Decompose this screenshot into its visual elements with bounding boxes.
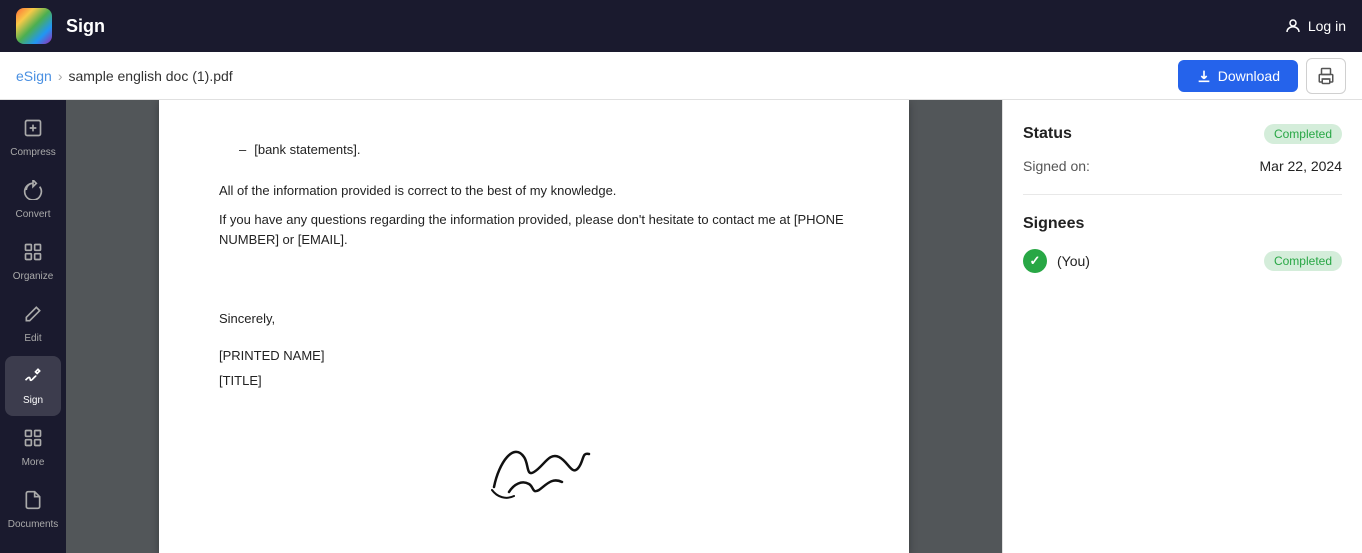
more-icon xyxy=(23,428,43,453)
compress-icon xyxy=(23,118,43,143)
convert-icon xyxy=(23,180,43,205)
sidebar-item-edit[interactable]: Edit xyxy=(5,294,61,354)
signee-name: (You) xyxy=(1057,253,1254,269)
sidebar-item-sign-label: Sign xyxy=(23,395,43,406)
status-badge: Completed xyxy=(1264,124,1342,144)
signee-row: ✓ (You) Completed xyxy=(1023,249,1342,273)
app-title: Sign xyxy=(66,16,1284,37)
signees-title: Signees xyxy=(1023,215,1342,233)
sidebar-item-convert[interactable]: Convert xyxy=(5,170,61,230)
breadcrumb-current: sample english doc (1).pdf xyxy=(68,68,232,84)
pdf-printed-name: [PRINTED NAME] xyxy=(219,346,849,367)
app-logo xyxy=(16,8,52,44)
download-button[interactable]: Download xyxy=(1178,60,1298,92)
login-label: Log in xyxy=(1308,18,1346,34)
pdf-page: – [bank statements]. All of the informat… xyxy=(159,100,909,553)
right-panel: Status Completed Signed on: Mar 22, 2024… xyxy=(1002,100,1362,553)
breadcrumb-parent[interactable]: eSign xyxy=(16,68,52,84)
breadcrumb-separator: › xyxy=(58,68,63,84)
sidebar-item-organize[interactable]: Organize xyxy=(5,232,61,292)
sign-icon xyxy=(23,366,43,391)
signature-image xyxy=(464,422,604,512)
sidebar-item-compress[interactable]: Compress xyxy=(5,108,61,168)
sidebar-item-compress-label: Compress xyxy=(10,147,56,158)
breadcrumb-actions: Download xyxy=(1178,58,1346,94)
check-mark: ✓ xyxy=(1030,253,1041,269)
sidebar-item-documents[interactable]: Documents xyxy=(5,480,61,540)
sidebar-item-edit-label: Edit xyxy=(24,333,41,344)
login-button[interactable]: Log in xyxy=(1284,17,1346,35)
print-button[interactable] xyxy=(1306,58,1346,94)
print-icon xyxy=(1317,67,1335,85)
breadcrumb-bar: eSign › sample english doc (1).pdf Downl… xyxy=(0,52,1362,100)
signed-on-value: Mar 22, 2024 xyxy=(1260,158,1343,174)
sidebar-item-more[interactable]: More xyxy=(5,418,61,478)
pdf-sincerely: Sincerely, xyxy=(219,309,849,330)
status-row: Signed on: Mar 22, 2024 xyxy=(1023,158,1342,174)
pdf-bullet: – [bank statements]. xyxy=(219,140,849,161)
bullet-text: [bank statements]. xyxy=(254,140,360,161)
signee-badge: Completed xyxy=(1264,251,1342,271)
signees-section: Signees ✓ (You) Completed xyxy=(1023,215,1342,273)
signature-area xyxy=(219,422,849,512)
documents-icon xyxy=(23,490,43,515)
download-label: Download xyxy=(1218,68,1280,84)
status-title: Status xyxy=(1023,125,1072,143)
bullet-dash: – xyxy=(239,140,246,161)
status-header: Status Completed xyxy=(1023,124,1342,144)
user-icon xyxy=(1284,17,1302,35)
status-section: Status Completed Signed on: Mar 22, 2024 xyxy=(1023,124,1342,195)
sidebar-item-organize-label: Organize xyxy=(13,271,54,282)
pdf-viewer[interactable]: – [bank statements]. All of the informat… xyxy=(66,100,1002,553)
edit-icon xyxy=(23,304,43,329)
download-icon xyxy=(1196,68,1212,84)
pdf-paragraph2: If you have any questions regarding the … xyxy=(219,210,849,252)
sidebar: Compress Convert Organize Edit Sign xyxy=(0,100,66,553)
sidebar-item-sign[interactable]: Sign xyxy=(5,356,61,416)
sidebar-item-convert-label: Convert xyxy=(15,209,50,220)
top-bar: Sign Log in xyxy=(0,0,1362,52)
pdf-content: – [bank statements]. All of the informat… xyxy=(219,140,849,512)
sidebar-item-documents-label: Documents xyxy=(8,519,59,530)
main-content: Compress Convert Organize Edit Sign xyxy=(0,100,1362,553)
signee-check-icon: ✓ xyxy=(1023,249,1047,273)
pdf-title: [TITLE] xyxy=(219,371,849,392)
organize-icon xyxy=(23,242,43,267)
sidebar-item-more-label: More xyxy=(22,457,45,468)
pdf-paragraph1: All of the information provided is corre… xyxy=(219,181,849,202)
signed-on-label: Signed on: xyxy=(1023,158,1260,174)
